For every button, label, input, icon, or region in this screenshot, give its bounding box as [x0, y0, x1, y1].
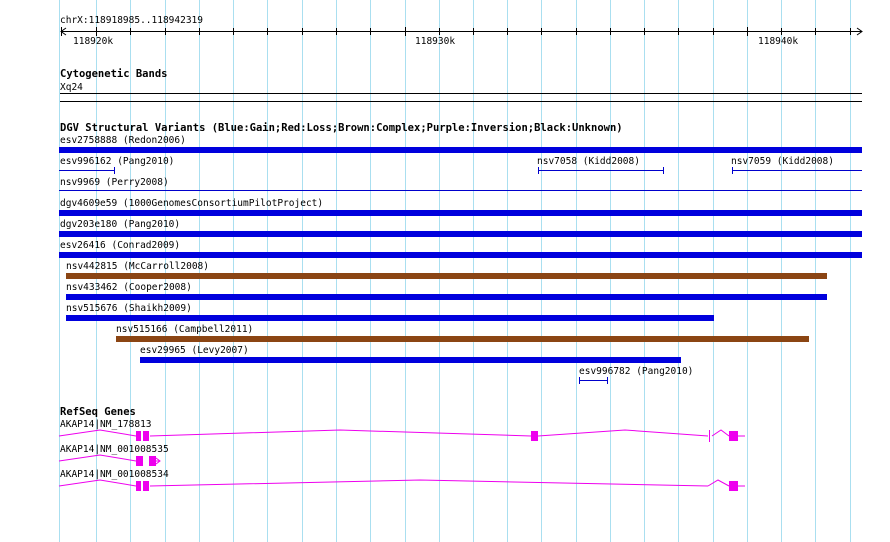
- intron-line: [707, 479, 730, 487]
- intron-line: [149, 429, 532, 437]
- exon: [143, 431, 149, 441]
- transcript-nm-001008534: [58, 479, 745, 491]
- intron-line: [58, 479, 137, 487]
- exon: [136, 431, 141, 441]
- intron-line: [58, 454, 137, 462]
- genome-browser-view: chrX:118918985..118942319 118920k 118930…: [0, 0, 890, 542]
- transcript-nm-001008535: [58, 454, 161, 466]
- exon: [149, 456, 156, 466]
- exon: [729, 431, 738, 441]
- exon: [136, 456, 143, 466]
- intron-line: [711, 429, 730, 437]
- exon: [531, 431, 538, 441]
- exon: [136, 481, 141, 491]
- intron-line: [58, 429, 137, 437]
- refseq-gene-models[interactable]: [0, 0, 890, 542]
- transcript-nm-178813: [58, 429, 745, 442]
- intron-line: [537, 429, 709, 437]
- exon: [729, 481, 738, 491]
- exon: [143, 481, 149, 491]
- intron-line: [149, 479, 709, 487]
